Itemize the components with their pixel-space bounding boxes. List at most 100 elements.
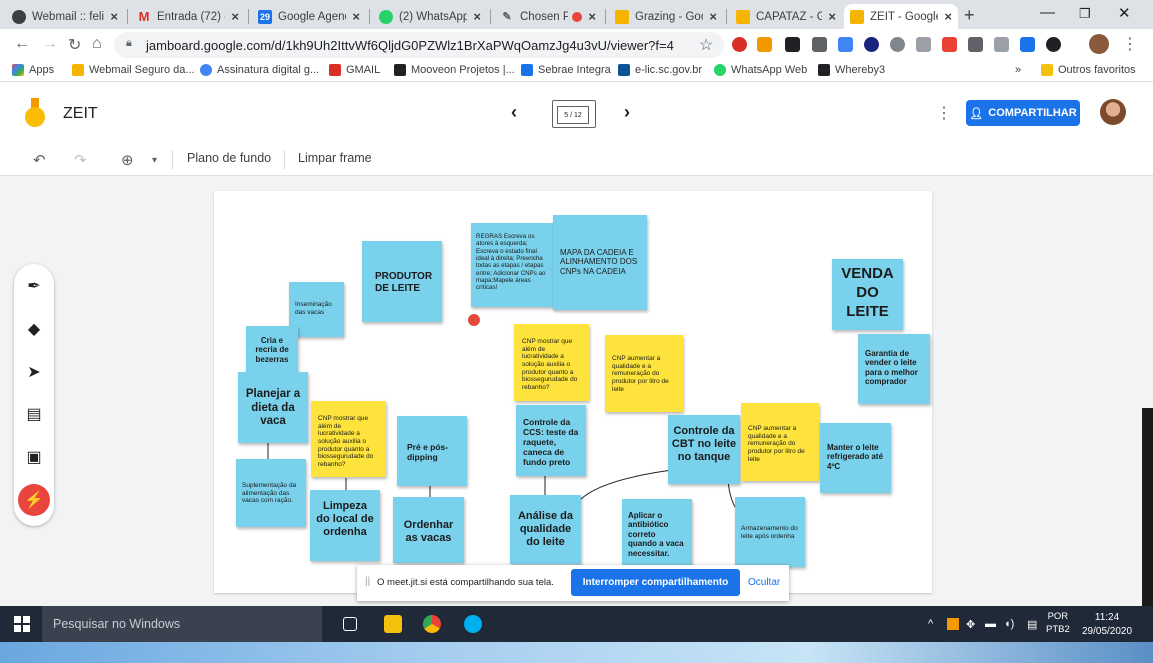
bookmark-sebrae[interactable]: Sebrae Integra [521,64,611,76]
extension-icon[interactable] [890,37,905,52]
sticky-note[interactable]: Aplicar o antibiótico correto quando a v… [622,499,692,566]
extension-icon[interactable] [942,37,957,52]
more-bookmarks-icon[interactable]: » [1015,64,1021,76]
skype-icon[interactable] [464,615,482,633]
browser-menu-icon[interactable]: ⋮ [1122,34,1138,54]
close-window-icon[interactable]: ✕ [1118,4,1131,22]
document-title[interactable]: ZEIT [63,105,98,123]
tab-capataz[interactable]: CAPATAZ - Go × [730,4,842,29]
sticky-note-icon[interactable]: ▤ [24,404,44,424]
notification-icon[interactable]: ▤ [1027,618,1037,631]
tab-zeit[interactable]: ZEIT - Google × [844,4,958,29]
close-icon[interactable]: × [588,9,596,24]
bookmark-star-icon[interactable]: ☆ [699,35,713,55]
share-button[interactable]: 👤︎ COMPARTILHAR [966,100,1080,126]
sticky-note[interactable]: Pré e pós-dipping [397,416,467,486]
close-icon[interactable]: × [473,9,481,24]
set-background-button[interactable]: Plano de fundo [187,151,271,165]
omnibox[interactable]: 🔒︎ jamboard.google.com/d/1kh9Uh2IttvWf6Q… [114,32,724,58]
back-icon[interactable]: ← [14,35,30,53]
bookmark-assinatura[interactable]: Assinatura digital g... [200,64,319,76]
undo-icon[interactable]: ↶ [33,151,46,169]
volume-icon[interactable]: ◖) [1004,618,1014,630]
next-frame-icon[interactable]: › [624,102,630,123]
drag-handle-icon[interactable]: || [365,576,370,587]
select-icon[interactable]: ➤ [24,362,44,382]
extension-icon[interactable] [785,37,800,52]
close-icon[interactable]: × [110,9,118,24]
sticky-note[interactable]: MAPA DA CADEIA E ALINHAMENTO DOS CNPs NA… [553,215,647,310]
new-tab-icon[interactable]: + [964,5,975,26]
extension-icon[interactable] [838,37,853,52]
tray-expand-icon[interactable]: ^ [928,618,933,630]
extension-icon[interactable] [994,37,1009,52]
sticky-note[interactable]: CNP mostrar que além de lucratividade a … [514,324,589,401]
clear-frame-button[interactable]: Limpar frame [298,151,372,165]
home-icon[interactable]: ⌂ [92,35,102,53]
user-avatar[interactable] [1100,99,1126,125]
extension-icon[interactable] [864,37,879,52]
hide-button[interactable]: Ocultar [748,577,780,588]
file-explorer-icon[interactable] [384,615,402,633]
image-icon[interactable]: ▣ [24,447,44,467]
language-indicator[interactable]: POR PTB2 [1046,611,1070,637]
adblock-icon[interactable] [732,37,747,52]
sticky-note[interactable]: CNP mostrar que além de lucratividade a … [311,401,386,477]
task-view-icon[interactable] [343,617,357,631]
sticky-note[interactable]: VENDA DO LEITE [832,259,903,330]
redo-icon[interactable]: ↷ [74,151,87,169]
url-text[interactable]: jamboard.google.com/d/1kh9Uh2IttvWf6Qljd… [146,38,674,53]
sticky-note[interactable]: Limpeza do local de ordenha [310,490,380,561]
frame-bar-button[interactable]: 5 / 12 [552,100,596,128]
reload-icon[interactable]: ↻ [68,35,81,55]
zoom-icon[interactable]: ⊕ [121,151,134,169]
tab-gmail[interactable]: M Entrada (72) - × [131,4,245,29]
minimize-icon[interactable]: — [1040,4,1055,21]
laser-icon[interactable]: ⚡ [18,484,50,516]
bookmark-mooveon[interactable]: Mooveon Projetos |... [394,64,515,76]
eraser-icon[interactable]: ◆ [24,319,44,339]
bookmark-other[interactable]: Outros favoritos [1041,64,1136,76]
forward-icon[interactable]: → [42,35,58,53]
close-icon[interactable]: × [231,9,239,24]
sticky-note[interactable]: Garantia de vender o leite para o melhor… [858,334,930,404]
sticky-note[interactable]: Análise da qualidade do leite [510,495,581,564]
chrome-icon[interactable] [423,615,441,633]
system-clock[interactable]: 11:24 29/05/2020 [1082,611,1132,638]
pen-icon[interactable]: ✒ [24,276,44,296]
sticky-note[interactable]: Controle da CBT no leite no tanque [668,415,740,484]
zoom-dropdown-icon[interactable]: ▾ [152,155,157,166]
tab-whatsapp[interactable]: (2) WhatsApp × [373,4,487,29]
extension-icon[interactable] [1046,37,1061,52]
restore-icon[interactable]: ❐ [1079,6,1091,22]
windows-start-icon[interactable] [14,616,30,632]
extension-icon[interactable] [968,37,983,52]
bookmark-webmail[interactable]: Webmail Seguro da... [72,64,195,76]
sticky-note[interactable]: REGRAS Escreva os atores à esquerda; Esc… [471,223,556,307]
sticky-note[interactable]: Controle da CCS: teste da raquete, canec… [516,405,586,476]
tab-grazing[interactable]: Grazing - Goo × [609,4,723,29]
more-options-icon[interactable]: ⋮ [936,103,952,123]
tray-app-icon[interactable] [947,618,959,630]
profile-avatar[interactable] [1089,34,1109,54]
windows-search-box[interactable]: Pesquisar no Windows [42,606,322,642]
extension-icon[interactable] [812,37,827,52]
previous-frame-icon[interactable]: ‹ [511,102,517,123]
network-icon[interactable]: ▬ [985,618,996,630]
extension-icon[interactable] [916,37,931,52]
sticky-note[interactable]: Suplementação da alimentação das vacas c… [236,459,306,527]
sticky-note[interactable]: Manter o leite refrigerado até 4ºC [820,423,891,493]
sticky-note[interactable]: Cria e recria de bezerras [246,326,298,376]
bookmark-gmail[interactable]: GMAIL [329,64,380,76]
rss-icon[interactable] [757,37,772,52]
bookmark-whereby[interactable]: Whereby3 [818,64,885,76]
sticky-note[interactable]: Armazenamento do leite após ordenha [735,497,805,567]
bookmark-apps[interactable]: Apps [12,64,54,76]
tab-chosen[interactable]: ✎ Chosen Pe × [494,4,602,29]
sticky-note[interactable]: PRODUTOR DE LEITE [362,241,442,322]
sticky-note[interactable]: Planejar a dieta da vaca [238,372,308,443]
close-icon[interactable]: × [709,9,717,24]
close-icon[interactable]: × [352,9,360,24]
sticky-note[interactable]: Ordenhar as vacas [393,497,464,563]
close-icon[interactable]: × [944,9,952,24]
